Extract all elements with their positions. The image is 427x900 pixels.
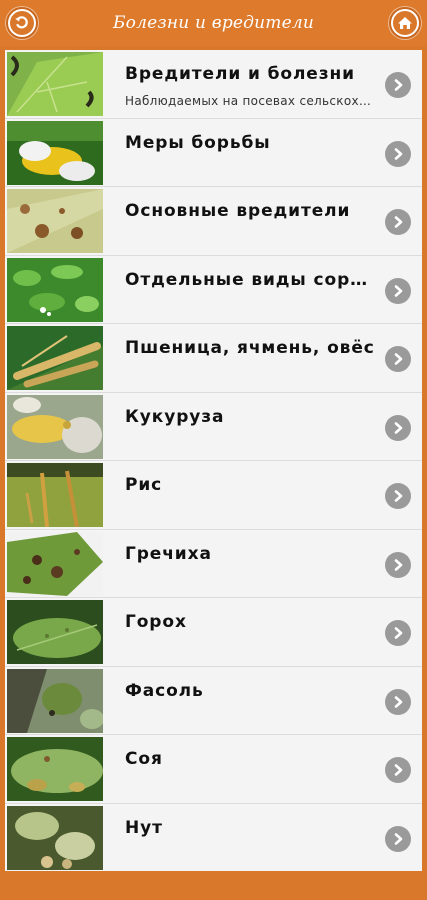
chevron-right-icon[interactable] — [385, 414, 411, 441]
bottom-bar — [0, 871, 427, 900]
category-list[interactable]: Вредители и болезни Наблюдаемых на посева… — [5, 50, 422, 871]
page-title: Болезни и вредители — [112, 13, 315, 33]
list-item[interactable]: Вредители и болезни Наблюдаемых на посева… — [5, 50, 422, 119]
list-item[interactable]: Рис — [5, 461, 422, 530]
list-item[interactable]: Нут — [5, 803, 422, 871]
list-item[interactable]: Фасоль — [5, 666, 422, 735]
list-item[interactable]: Гречиха — [5, 529, 422, 598]
chevron-right-icon[interactable] — [385, 551, 411, 578]
chevron-right-icon[interactable] — [385, 72, 411, 98]
list-item[interactable]: Пшеница, ячмень, овёс — [5, 324, 422, 393]
thumbnail-image — [7, 257, 103, 322]
chevron-right-icon[interactable] — [385, 346, 411, 372]
list-item-title: Горох — [125, 612, 187, 632]
chevron-right-icon[interactable] — [385, 825, 411, 852]
chevron-right-icon[interactable] — [385, 620, 411, 646]
home-button[interactable] — [389, 7, 421, 39]
thumbnail-image — [7, 326, 103, 390]
list-item-title: Кукуруза — [125, 406, 225, 427]
list-item[interactable]: Горох — [5, 598, 422, 667]
list-item-subtitle: Наблюдаемых на посевах сельскохозяйствен… — [125, 94, 375, 108]
list-item-title: Основные вредители — [125, 201, 351, 221]
back-button[interactable] — [6, 7, 38, 39]
list-item[interactable]: Меры борьбы — [5, 118, 422, 187]
thumbnail-image — [7, 600, 103, 664]
thumbnail-image — [7, 189, 103, 253]
chevron-right-icon[interactable] — [385, 140, 411, 167]
list-item-title: Рис — [125, 475, 163, 495]
chevron-right-icon[interactable] — [385, 277, 411, 304]
thumbnail-image — [7, 52, 103, 116]
thumbnail-image — [7, 737, 103, 801]
thumbnail-image — [7, 120, 103, 185]
list-item[interactable]: Соя — [5, 735, 422, 804]
thumbnail-image — [7, 394, 103, 459]
top-bar: Болезни и вредители — [0, 0, 427, 46]
list-item-title: Соя — [125, 749, 163, 769]
chevron-right-icon[interactable] — [385, 688, 411, 715]
thumbnail-image — [7, 463, 103, 527]
thumbnail-image — [7, 805, 103, 870]
chevron-right-icon[interactable] — [385, 209, 411, 235]
chevron-right-icon[interactable] — [385, 757, 411, 783]
list-item-title: Вредители и болезни — [125, 64, 355, 84]
list-item-title: Фасоль — [125, 680, 204, 701]
back-arrow-icon — [10, 11, 34, 35]
list-item-title: Гречиха — [125, 543, 212, 564]
list-item[interactable]: Кукуруза — [5, 392, 422, 461]
list-item[interactable]: Основные вредители — [5, 187, 422, 256]
list-item-title: Отдельные виды сорняков — [125, 269, 375, 290]
chevron-right-icon[interactable] — [385, 483, 411, 509]
thumbnail-image — [7, 668, 103, 733]
thumbnail-image — [7, 531, 103, 596]
home-icon — [393, 11, 417, 35]
right-frame-edge — [422, 46, 427, 871]
list-item-title: Меры борьбы — [125, 132, 271, 153]
list-item-title: Нут — [125, 817, 163, 838]
list-item[interactable]: Отдельные виды сорняков — [5, 255, 422, 324]
list-item-title: Пшеница, ячмень, овёс — [125, 338, 375, 358]
